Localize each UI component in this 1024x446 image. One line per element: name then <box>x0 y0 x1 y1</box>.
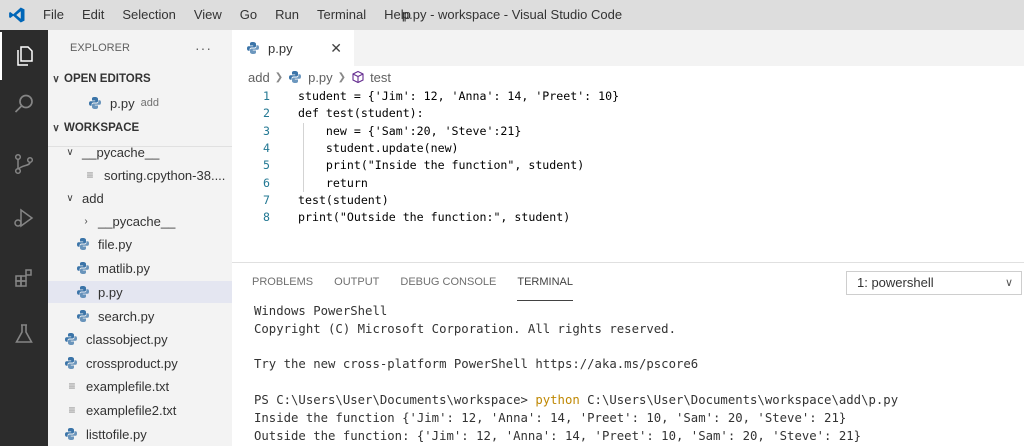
breadcrumb: add ❯ p.py ❯ test <box>232 66 1024 88</box>
terminal-prompt: PS C:\Users\User\Documents\workspace> <box>254 392 536 407</box>
tree-file-examplefile2-txt[interactable]: ≡ examplefile2.txt <box>48 399 232 421</box>
python-file-icon <box>64 356 80 370</box>
chevron-down-icon: ∨ <box>66 192 74 204</box>
terminal-line: Outside the function: {'Jim': 12, 'Anna'… <box>254 428 862 443</box>
menu-file[interactable]: File <box>34 0 73 30</box>
tab-debug-console[interactable]: DEBUG CONSOLE <box>400 263 496 301</box>
python-file-icon <box>76 237 92 251</box>
testing-icon[interactable] <box>0 310 48 358</box>
chevron-down-icon: ∨ <box>52 122 60 134</box>
run-debug-icon[interactable] <box>0 194 48 242</box>
tree-file-p-py[interactable]: p.py <box>48 281 232 303</box>
menu-edit[interactable]: Edit <box>73 0 113 30</box>
python-file-icon <box>88 96 104 110</box>
terminal-line: Copyright (C) Microsoft Corporation. All… <box>254 321 676 336</box>
chevron-right-icon: ❯ <box>337 71 347 83</box>
vscode-logo-icon <box>0 0 34 30</box>
tab-terminal[interactable]: TERMINAL <box>517 263 573 301</box>
lines-file-icon: ≡ <box>68 403 76 417</box>
bottom-panel: PROBLEMS OUTPUT DEBUG CONSOLE TERMINAL 1… <box>232 262 1024 446</box>
lines-file-icon: ≡ <box>68 379 76 393</box>
terminal-select-value: 1: powershell <box>857 275 934 290</box>
tree-file-examplefile-txt[interactable]: ≡ examplefile.txt <box>48 375 232 397</box>
tree-file-crossproduct-py[interactable]: crossproduct.py <box>48 352 232 374</box>
more-actions-icon[interactable]: ··· <box>195 40 212 56</box>
terminal-output[interactable]: Windows PowerShell Copyright (C) Microso… <box>254 303 898 445</box>
menu-help[interactable]: Help <box>375 0 420 30</box>
tree-file-matlib-py[interactable]: matlib.py <box>48 257 232 279</box>
chevron-down-icon: ∨ <box>1004 277 1013 289</box>
chevron-right-icon: ❯ <box>274 71 284 83</box>
editor-tabs: p.py ✕ <box>232 30 1024 66</box>
breadcrumb-symbol[interactable]: test <box>370 70 391 85</box>
explorer-title: EXPLORER <box>70 42 130 54</box>
python-file-icon <box>76 261 92 275</box>
terminal-line: Windows PowerShell <box>254 304 388 318</box>
menu-bar: File Edit Selection View Go Run Terminal… <box>34 0 420 30</box>
method-cube-icon <box>351 70 365 84</box>
tab-output[interactable]: OUTPUT <box>334 263 379 301</box>
tab-problems[interactable]: PROBLEMS <box>252 263 313 301</box>
menu-view[interactable]: View <box>185 0 231 30</box>
explorer-icon[interactable] <box>0 32 48 80</box>
breadcrumb-folder[interactable]: add <box>248 70 270 85</box>
lines-file-icon: ≡ <box>86 168 94 182</box>
tree-file-search-py[interactable]: search.py <box>48 305 232 327</box>
workspace-label: WORKSPACE <box>64 122 140 134</box>
extensions-icon[interactable] <box>0 254 48 302</box>
workspace-section[interactable]: ∨ WORKSPACE <box>48 117 232 139</box>
tree-file-sorting-cache[interactable]: ≡ sorting.cpython-38.... <box>48 164 232 186</box>
python-file-icon <box>64 427 80 441</box>
chevron-down-icon: ∨ <box>66 146 74 158</box>
menu-run[interactable]: Run <box>266 0 308 30</box>
close-icon[interactable]: ✕ <box>330 40 342 57</box>
editor-area: p.py ✕ add ❯ p.py ❯ test 1 student = {'Ji… <box>232 30 1024 262</box>
python-file-icon <box>64 332 80 346</box>
chevron-down-icon: ∨ <box>52 73 60 85</box>
menu-terminal[interactable]: Terminal <box>308 0 375 30</box>
tree-file-file-py[interactable]: file.py <box>48 233 232 255</box>
search-icon[interactable] <box>0 80 48 128</box>
explorer-header: EXPLORER ··· <box>48 30 232 66</box>
explorer-sidebar: EXPLORER ··· ∨ OPEN EDITORS p.py add ∨ W… <box>48 30 232 446</box>
open-editor-folder: add <box>140 97 159 109</box>
tree-folder-pycache[interactable]: ∨ __pycache__ <box>48 141 232 163</box>
title-bar: File Edit Selection View Go Run Terminal… <box>0 0 1024 30</box>
tab-label: p.py <box>268 40 293 56</box>
open-editors-section[interactable]: ∨ OPEN EDITORS <box>48 68 232 90</box>
python-file-icon <box>76 309 92 323</box>
python-file-icon <box>76 285 92 299</box>
terminal-args: C:\Users\User\Documents\workspace\add\p.… <box>579 392 899 407</box>
open-editor-item[interactable]: p.py add <box>48 92 232 114</box>
open-editors-label: OPEN EDITORS <box>64 73 151 85</box>
activity-bar <box>0 30 48 446</box>
tree-file-classobject-py[interactable]: classobject.py <box>48 328 232 350</box>
menu-go[interactable]: Go <box>231 0 266 30</box>
breadcrumb-file[interactable]: p.py <box>308 70 333 85</box>
menu-selection[interactable]: Selection <box>113 0 184 30</box>
tree-file-listtofile-py[interactable]: listtofile.py <box>48 423 232 445</box>
terminal-command: python <box>535 392 580 407</box>
python-file-icon <box>246 41 262 55</box>
tree-folder-add-pycache[interactable]: › __pycache__ <box>48 210 232 232</box>
tree-folder-add[interactable]: ∨ add <box>48 187 232 209</box>
source-control-icon[interactable] <box>0 140 48 188</box>
terminal-select[interactable]: 1: powershell ∨ <box>846 271 1022 295</box>
chevron-right-icon: › <box>84 215 88 227</box>
terminal-line: Try the new cross-platform PowerShell ht… <box>254 357 699 372</box>
python-file-icon <box>288 70 304 84</box>
terminal-command-line: PS C:\Users\User\Documents\workspace> py… <box>254 392 898 410</box>
terminal-line: Inside the function {'Jim': 12, 'Anna': … <box>254 410 847 425</box>
tab-p-py[interactable]: p.py ✕ <box>232 30 354 66</box>
open-editor-name: p.py <box>110 95 135 111</box>
